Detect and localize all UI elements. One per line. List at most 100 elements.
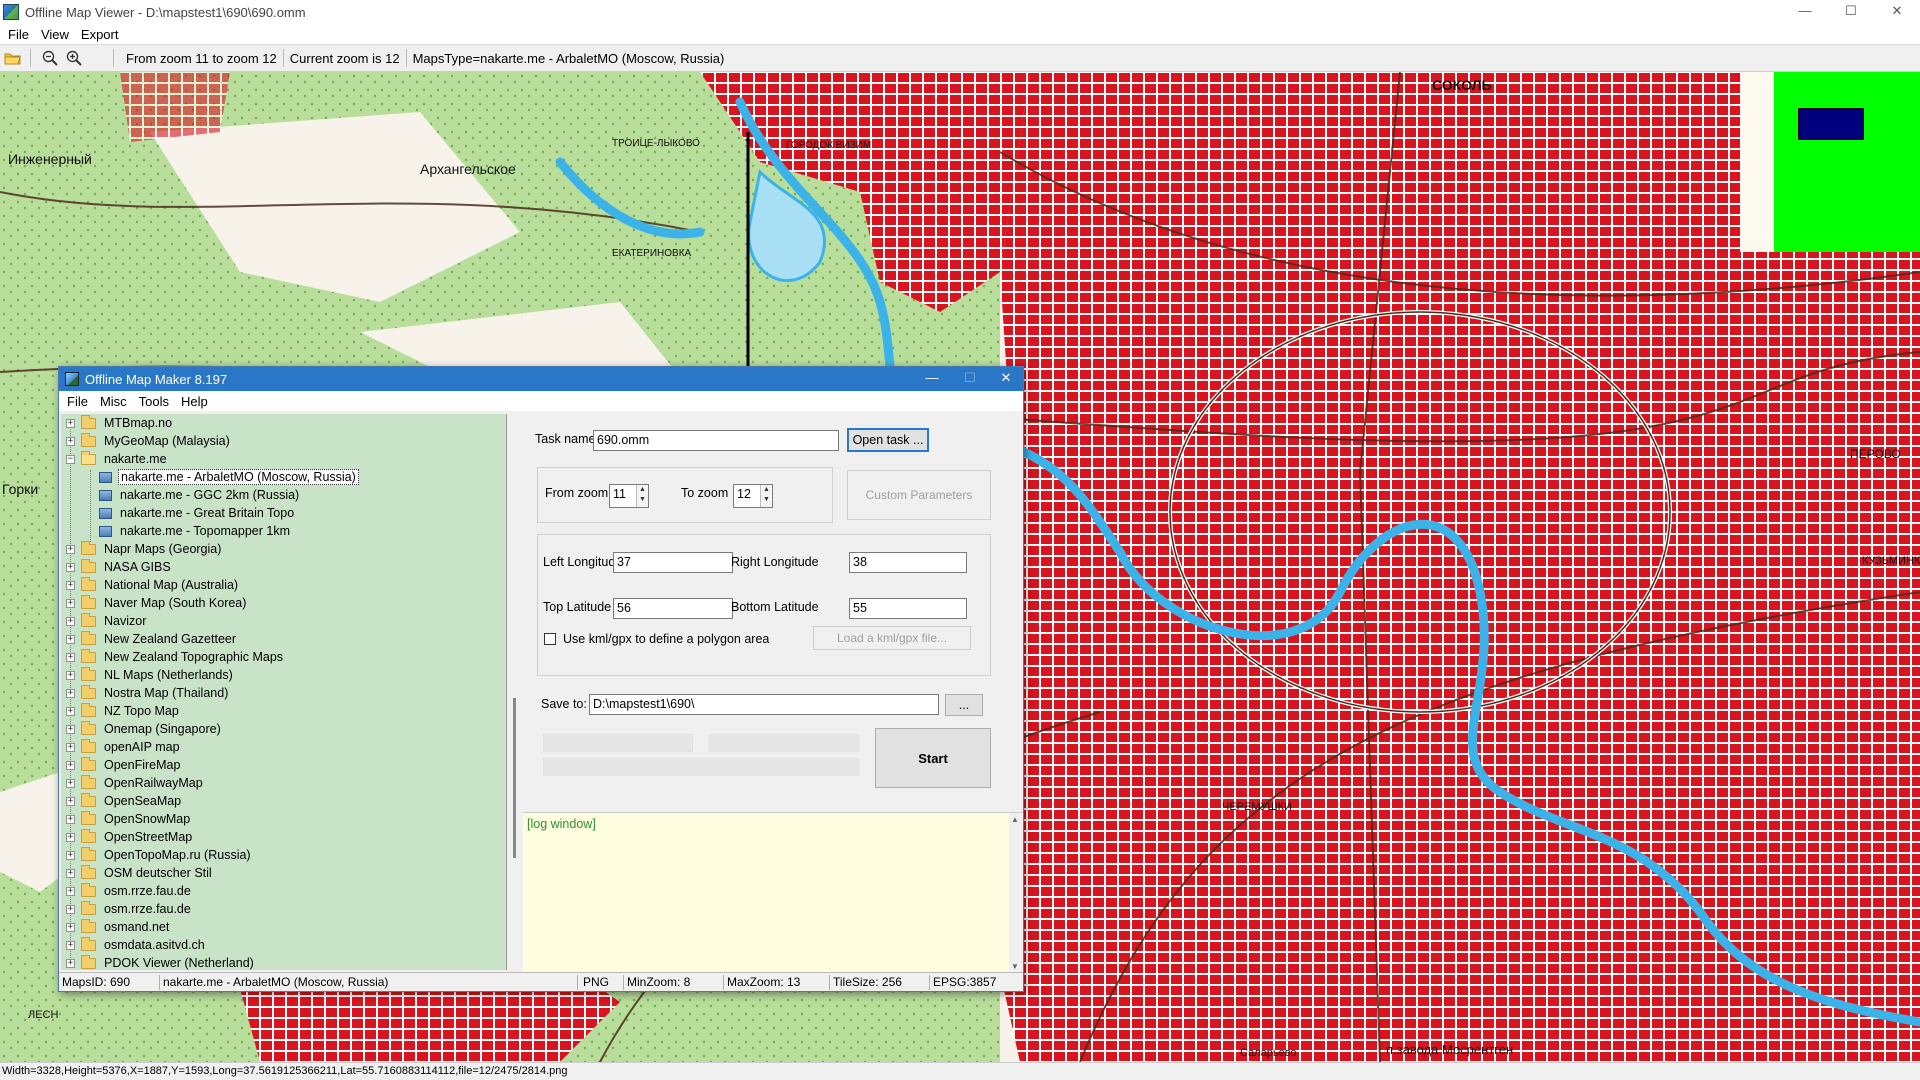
tree-node[interactable]: + Navizor [61,612,506,630]
from-zoom-stepper[interactable]: 11 ▲ ▼ [609,484,649,508]
expand-icon[interactable]: + [66,652,75,662]
to-zoom-stepper[interactable]: 12 ▲ ▼ [733,484,773,508]
tree-node[interactable]: + openAIP map [61,738,506,756]
expand-icon[interactable]: + [66,904,75,914]
tree-node[interactable]: + MTBmap.no [61,414,506,432]
collapse-icon[interactable]: − [66,454,75,464]
expand-icon[interactable]: + [66,562,75,572]
expand-icon[interactable]: + [66,832,75,842]
spin-arrows-icon[interactable]: ▲ ▼ [636,485,648,507]
tree-node[interactable]: + OpenSnowMap [61,810,506,828]
dialog-close-button[interactable]: ✕ [989,367,1023,391]
left-longitude-input[interactable]: 37 [613,552,733,573]
open-folder-icon[interactable] [2,47,24,69]
save-path-input[interactable]: D:\mapstest1\690\ [589,694,939,715]
expand-icon[interactable]: + [66,868,75,878]
tree-scrollbar-thumb[interactable] [513,698,516,858]
top-latitude-input[interactable]: 56 [613,598,733,619]
tree-node[interactable]: + NZ Topo Map [61,702,506,720]
expand-icon[interactable]: + [66,418,75,428]
expand-icon[interactable]: + [66,940,75,950]
folder-icon [81,792,96,807]
expand-icon[interactable]: + [66,670,75,680]
expand-icon[interactable]: + [66,616,75,626]
log-window[interactable]: [log window] ▲ ▼ [523,812,1023,973]
close-button[interactable]: ✕ [1874,0,1920,24]
tree-node[interactable]: + Naver Map (South Korea) [61,594,506,612]
scroll-down-icon[interactable]: ▼ [1011,962,1019,971]
expand-icon[interactable]: + [66,760,75,770]
dialog-menu-tools[interactable]: Tools [135,394,177,409]
map-label: ТРОИЦЕ-ЛЫКОВО [612,138,700,149]
tree-node[interactable]: + MyGeoMap (Malaysia) [61,432,506,450]
log-scrollbar[interactable]: ▲ ▼ [1009,813,1023,973]
folder-icon [81,864,96,879]
expand-icon[interactable]: + [66,778,75,788]
scroll-up-icon[interactable]: ▲ [1011,815,1019,824]
overview-minimap[interactable] [1740,72,1920,252]
dialog-menu-help[interactable]: Help [177,394,216,409]
expand-icon[interactable]: + [66,796,75,806]
tree-node[interactable]: + OpenRailwayMap [61,774,506,792]
expand-icon[interactable]: + [66,886,75,896]
spin-arrows-icon[interactable]: ▲ ▼ [760,485,772,507]
tree-node[interactable]: + osm.rrze.fau.de [61,882,506,900]
zoom-in-icon[interactable] [63,47,85,69]
expand-icon[interactable]: + [66,634,75,644]
expand-icon[interactable]: + [66,706,75,716]
dialog-menu-file[interactable]: File [63,394,96,409]
tree-node[interactable]: + Napr Maps (Georgia) [61,540,506,558]
menu-export[interactable]: Export [77,27,127,42]
tree-node[interactable]: + NASA GIBS [61,558,506,576]
expand-icon[interactable]: + [66,958,75,968]
tree-node[interactable]: + OSM deutscher Stil [61,864,506,882]
browse-button[interactable]: ... [945,694,983,716]
open-task-button[interactable]: Open task ... [847,428,929,452]
expand-icon[interactable]: + [66,724,75,734]
tree-node[interactable]: + National Map (Australia) [61,576,506,594]
tree-node[interactable]: + PDOK Viewer (Netherland) [61,954,506,970]
dialog-title-bar: Offline Map Maker 8.197 — ☐ ✕ [59,367,1023,391]
tree-node[interactable]: + New Zealand Topographic Maps [61,648,506,666]
tree-leaf[interactable]: nakarte.me - GGC 2km (Russia) [61,486,506,504]
tree-node[interactable]: + OpenTopoMap.ru (Russia) [61,846,506,864]
viewer-status-line: Width=3328,Height=5376,X=1887,Y=1593,Lon… [0,1062,1920,1080]
minimize-button[interactable]: — [1782,0,1828,24]
tree-leaf[interactable]: nakarte.me - Topomapper 1km [61,522,506,540]
task-name-input[interactable]: 690.omm [593,430,839,451]
menu-view[interactable]: View [37,27,77,42]
expand-icon[interactable]: + [66,922,75,932]
maximize-button[interactable]: ☐ [1828,0,1874,24]
tree-node[interactable]: + OpenFireMap [61,756,506,774]
tree-node[interactable]: + NL Maps (Netherlands) [61,666,506,684]
start-button[interactable]: Start [875,728,991,788]
expand-icon[interactable]: + [66,850,75,860]
tree-node[interactable]: + osm.rrze.fau.de [61,900,506,918]
expand-icon[interactable]: + [66,580,75,590]
expand-icon[interactable]: + [66,688,75,698]
expand-icon[interactable]: + [66,814,75,824]
expand-icon[interactable]: + [66,598,75,608]
expand-icon[interactable]: + [66,544,75,554]
tree-node[interactable]: + Onemap (Singapore) [61,720,506,738]
zoom-out-icon[interactable] [39,47,61,69]
tree-node[interactable]: + Nostra Map (Thailand) [61,684,506,702]
overview-viewport[interactable] [1798,108,1864,140]
tree-node[interactable]: + OpenStreetMap [61,828,506,846]
tree-node[interactable]: + New Zealand Gazetteer [61,630,506,648]
tree-node[interactable]: − nakarte.me [61,450,506,468]
tree-leaf[interactable]: nakarte.me - Great Britain Topo [61,504,506,522]
tree-node[interactable]: + OpenSeaMap [61,792,506,810]
tree-leaf[interactable]: nakarte.me - ArbaletMO (Moscow, Russia) [61,468,506,486]
polygon-checkbox[interactable] [544,633,556,645]
expand-icon[interactable]: + [66,742,75,752]
tree-node[interactable]: + osmdata.asitvd.ch [61,936,506,954]
expand-icon[interactable]: + [66,436,75,446]
dialog-menu-misc[interactable]: Misc [96,394,135,409]
right-longitude-input[interactable]: 38 [849,552,967,573]
map-source-tree[interactable]: + MTBmap.no + MyGeoMap (Malaysia) − nakarte… [61,414,507,970]
bottom-latitude-input[interactable]: 55 [849,598,967,619]
dialog-minimize-button[interactable]: — [909,367,955,391]
menu-file[interactable]: File [4,27,37,42]
tree-node[interactable]: + osmand.net [61,918,506,936]
